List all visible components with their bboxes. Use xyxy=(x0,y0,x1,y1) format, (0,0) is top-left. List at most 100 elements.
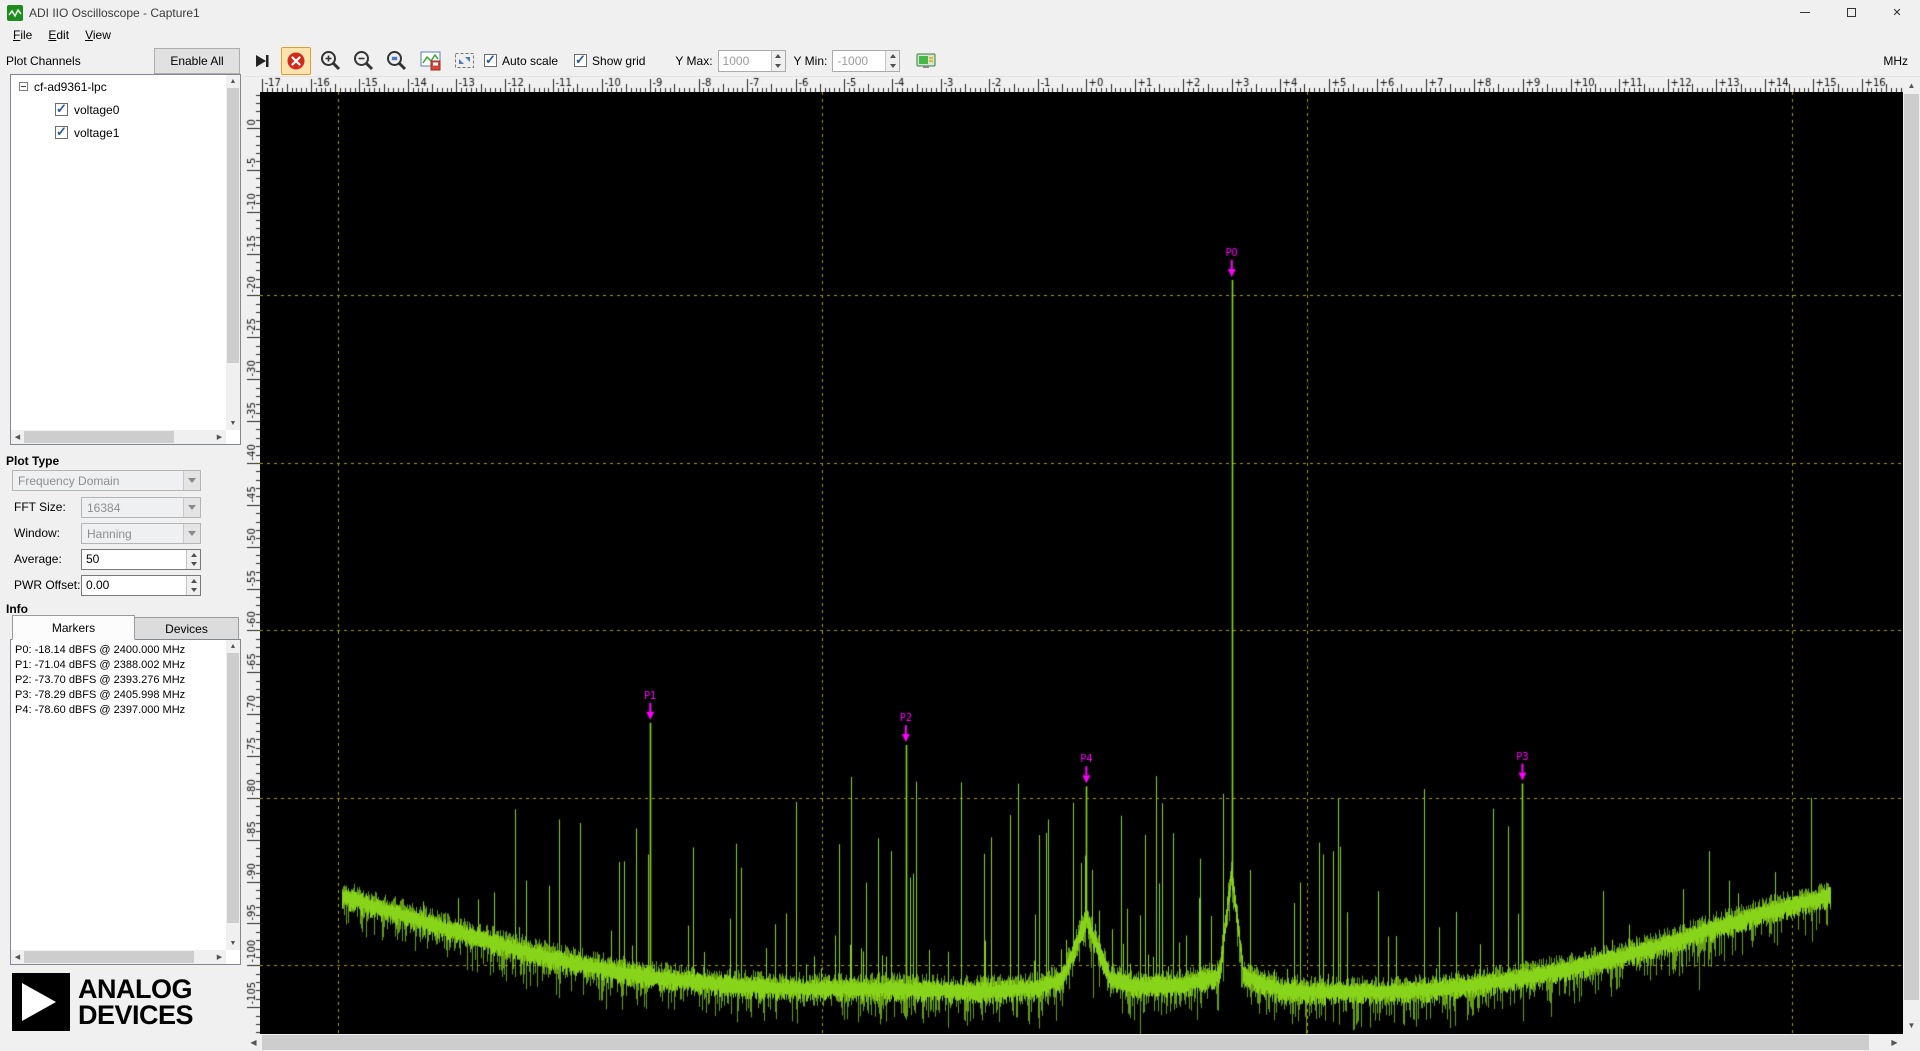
menu-view[interactable]: View xyxy=(77,26,119,44)
scroll-right-icon[interactable]: ▶ xyxy=(213,950,226,964)
voltage1-checkbox[interactable] xyxy=(55,126,68,139)
plot-vertical-scrollbar[interactable]: ▲ ▼ xyxy=(1903,77,1920,1034)
marker-list-item[interactable]: P4: -78.60 dBFS @ 2397.000 MHz xyxy=(11,702,240,717)
pwr-offset-spinner xyxy=(186,576,200,595)
pwr-offset-input[interactable]: 0.00 xyxy=(81,575,201,596)
markers-vertical-scrollbar[interactable]: ▲ ▼ xyxy=(226,640,240,950)
fft-size-select[interactable]: 16384 xyxy=(81,497,201,518)
adi-logo-text: ANALOG DEVICES xyxy=(78,976,193,1028)
y-min-spinner xyxy=(885,51,899,71)
menu-file[interactable]: File xyxy=(5,26,40,44)
window-controls: ✕ xyxy=(1782,0,1920,25)
spin-up-icon[interactable] xyxy=(886,51,899,61)
plot-channels-title: Plot Channels xyxy=(6,54,81,68)
window-select[interactable]: Hanning xyxy=(81,523,201,544)
spin-down-icon[interactable] xyxy=(187,560,200,570)
markers-vscroll-thumb[interactable] xyxy=(227,653,239,923)
plot-vscroll-thumb[interactable] xyxy=(1904,94,1919,1000)
scroll-down-icon[interactable]: ▼ xyxy=(226,937,240,950)
minimize-button[interactable] xyxy=(1782,0,1828,25)
fit-plot-button[interactable] xyxy=(452,48,477,73)
average-label: Average: xyxy=(14,549,62,570)
sidebar: Plot Channels Enable All cf-ad9361-lpc v… xyxy=(0,45,245,1051)
auto-scale-checkbox[interactable] xyxy=(484,54,497,67)
plot-hscroll-thumb[interactable] xyxy=(262,1035,1869,1050)
analog-devices-logo: ANALOG DEVICES xyxy=(12,973,193,1031)
marker-list-item[interactable]: P1: -71.04 dBFS @ 2388.002 MHz xyxy=(11,657,240,672)
fft-size-value: 16384 xyxy=(82,501,183,515)
scroll-left-icon[interactable]: ◀ xyxy=(245,1034,262,1051)
scroll-down-icon[interactable]: ▼ xyxy=(226,417,240,430)
voltage0-checkbox[interactable] xyxy=(55,103,68,116)
show-grid-checkbox-group: Show grid xyxy=(574,54,645,68)
toolbar: Auto scale Show grid Y Max: 1000 Y Min: … xyxy=(245,45,1920,77)
tab-markers[interactable]: Markers xyxy=(12,615,135,640)
scroll-down-icon[interactable]: ▼ xyxy=(1903,1017,1920,1034)
zoom-fit-button[interactable] xyxy=(384,48,409,73)
pwr-offset-value: 0.00 xyxy=(82,576,186,595)
markers-horizontal-scrollbar[interactable]: ◀ ▶ xyxy=(11,950,226,964)
spin-down-icon[interactable] xyxy=(187,586,200,596)
frequency-ruler xyxy=(260,77,1903,92)
plot-horizontal-scrollbar[interactable]: ◀ ▶ xyxy=(245,1034,1903,1051)
spin-up-icon[interactable] xyxy=(187,550,200,560)
spin-up-icon[interactable] xyxy=(772,51,785,61)
menu-edit[interactable]: Edit xyxy=(40,26,77,44)
auto-scale-checkbox-group: Auto scale xyxy=(484,54,558,68)
scroll-up-icon[interactable]: ▲ xyxy=(1903,77,1920,94)
stop-icon xyxy=(286,51,306,71)
minimize-icon xyxy=(1800,12,1810,13)
tab-devices[interactable]: Devices xyxy=(134,617,239,640)
tree-hscroll-thumb[interactable] xyxy=(24,431,174,443)
scroll-left-icon[interactable]: ◀ xyxy=(11,950,24,964)
zoom-out-button[interactable] xyxy=(351,48,376,73)
plot-type-select[interactable]: Frequency Domain xyxy=(12,470,201,491)
axis-unit-label: MHz xyxy=(1883,54,1908,68)
scroll-up-icon[interactable]: ▲ xyxy=(226,75,240,88)
collapse-icon[interactable] xyxy=(19,82,28,91)
window-title: ADI IIO Oscilloscope - Capture1 xyxy=(29,6,200,20)
tree-vertical-scrollbar[interactable]: ▲ ▼ xyxy=(226,75,240,430)
markers-hscroll-thumb[interactable] xyxy=(24,951,194,963)
show-grid-checkbox[interactable] xyxy=(574,54,587,67)
save-plot-button[interactable] xyxy=(420,51,441,71)
tree-horizontal-scrollbar[interactable]: ◀ ▶ xyxy=(11,430,226,444)
spin-down-icon[interactable] xyxy=(772,61,785,71)
capture-step-button[interactable] xyxy=(253,52,271,70)
zoom-in-button[interactable] xyxy=(318,48,343,73)
tab-devices-label: Devices xyxy=(165,622,208,636)
voltage0-label: voltage0 xyxy=(74,103,119,117)
y-max-value: 1000 xyxy=(719,51,771,71)
maximize-button[interactable] xyxy=(1828,0,1874,25)
chevron-down-icon xyxy=(183,524,200,543)
marker-list-item[interactable]: P2: -73.70 dBFS @ 2393.276 MHz xyxy=(11,672,240,687)
logo-line-devices: DEVICES xyxy=(78,1002,193,1028)
tree-row-voltage1: voltage1 xyxy=(11,121,240,144)
scroll-right-icon[interactable]: ▶ xyxy=(1886,1034,1903,1051)
spin-up-icon[interactable] xyxy=(187,576,200,586)
ruler-corner xyxy=(245,77,260,92)
scroll-up-icon[interactable]: ▲ xyxy=(226,640,240,653)
scroll-right-icon[interactable]: ▶ xyxy=(213,430,226,444)
y-max-spinner xyxy=(771,51,785,71)
spin-down-icon[interactable] xyxy=(886,61,899,71)
marker-list-item[interactable]: P0: -18.14 dBFS @ 2400.000 MHz xyxy=(11,642,240,657)
spectrum-plot[interactable] xyxy=(260,92,1903,1034)
device-settings-button[interactable] xyxy=(916,52,936,70)
scroll-left-icon[interactable]: ◀ xyxy=(11,430,24,444)
tree-device-row[interactable]: cf-ad9361-lpc xyxy=(11,75,240,98)
close-icon: ✕ xyxy=(1892,6,1901,19)
voltage1-label: voltage1 xyxy=(74,126,119,140)
tree-vscroll-thumb[interactable] xyxy=(227,88,239,363)
marker-list-item[interactable]: P3: -78.29 dBFS @ 2405.998 MHz xyxy=(11,687,240,702)
stop-capture-button[interactable] xyxy=(281,47,311,75)
y-min-input[interactable]: -1000 xyxy=(832,50,900,72)
average-input[interactable]: 50 xyxy=(81,549,201,570)
plot-type-value: Frequency Domain xyxy=(13,474,183,488)
window-value: Hanning xyxy=(82,527,183,541)
tab-markers-label: Markers xyxy=(52,621,95,635)
close-button[interactable]: ✕ xyxy=(1874,0,1920,25)
y-max-input[interactable]: 1000 xyxy=(718,50,786,72)
app-window: ADI IIO Oscilloscope - Capture1 ✕ File E… xyxy=(0,0,1920,1051)
enable-all-button[interactable]: Enable All xyxy=(154,48,240,74)
